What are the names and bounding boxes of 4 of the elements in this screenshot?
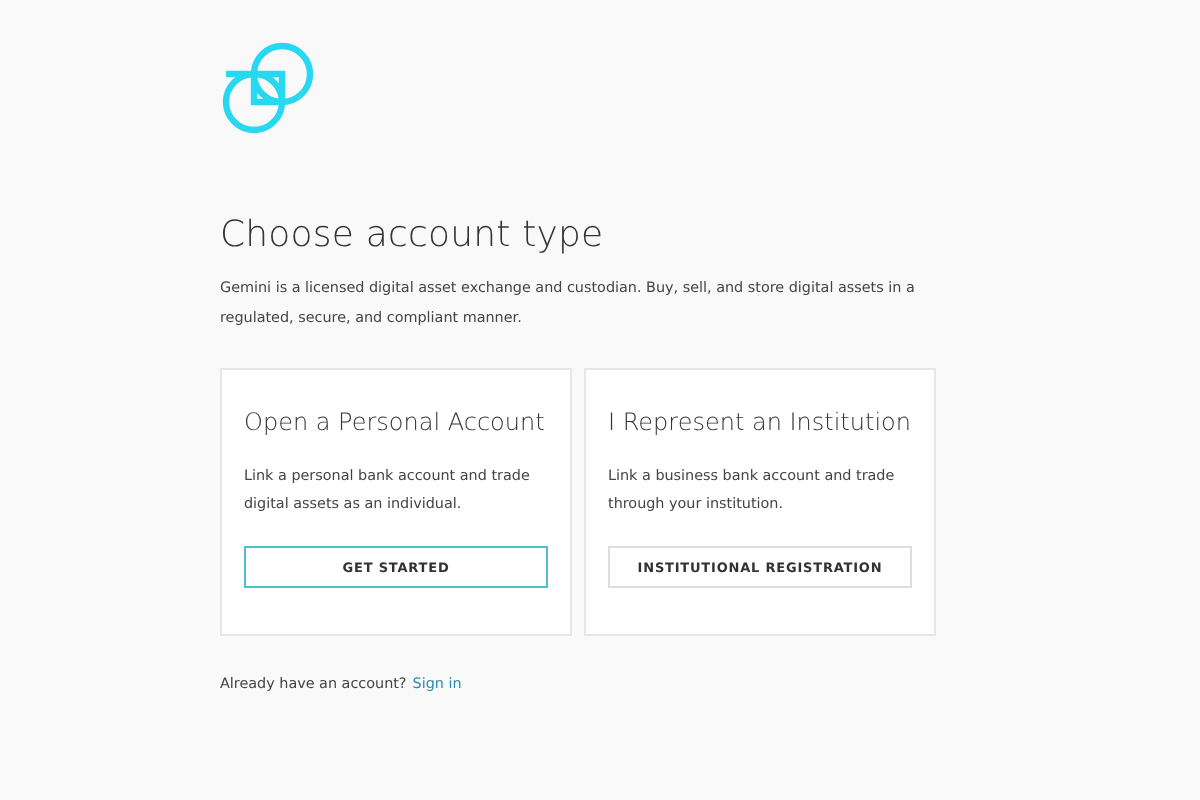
page-heading: Choose account type xyxy=(220,214,606,256)
card-title: I Represent an Institution xyxy=(608,408,912,436)
logo-icon xyxy=(220,40,316,136)
card-title: Open a Personal Account xyxy=(244,408,547,436)
